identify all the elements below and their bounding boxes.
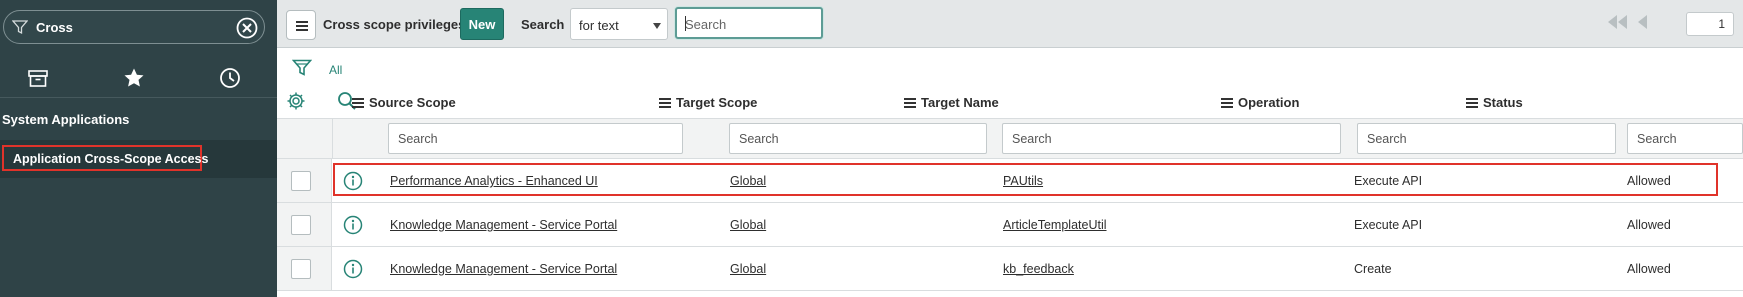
column-search-row: Search Search Search Search Search [277, 119, 1743, 159]
source-scope-search-input[interactable]: Search [388, 123, 683, 154]
column-menu-icon[interactable] [904, 98, 916, 108]
row-checkbox[interactable] [291, 259, 311, 279]
clear-filter-icon[interactable] [236, 17, 258, 39]
list-title: Cross scope privileges [323, 17, 466, 32]
table-row[interactable]: Knowledge Management - Service Portal Gl… [277, 247, 1743, 291]
target-scope-search-input[interactable]: Search [729, 123, 987, 154]
column-header-operation[interactable]: Operation [1221, 95, 1299, 110]
source-scope-link[interactable]: Knowledge Management - Service Portal [390, 218, 617, 232]
breadcrumb-all-link[interactable]: All [329, 63, 342, 77]
search-type-select[interactable]: for text [570, 8, 668, 40]
previous-page-icon[interactable] [1635, 14, 1649, 30]
source-scope-link[interactable]: Performance Analytics - Enhanced UI [390, 174, 598, 188]
first-page-icon[interactable] [1606, 14, 1628, 30]
status-search-input[interactable]: Search [1627, 123, 1743, 154]
operation-cell: Create [1354, 262, 1392, 276]
source-scope-link[interactable]: Knowledge Management - Service Portal [390, 262, 617, 276]
navigator-filter-input[interactable]: Cross [3, 10, 265, 44]
column-header-target-scope[interactable]: Target Scope [659, 95, 757, 110]
application-navigator: Cross System Applications Application Cr… [0, 0, 277, 297]
navigator-filter-value: Cross [36, 20, 73, 35]
table-row[interactable]: Performance Analytics - Enhanced UI Glob… [277, 159, 1743, 203]
list-context-menu-button[interactable] [286, 10, 316, 40]
clock-icon[interactable] [218, 66, 242, 90]
caret-down-icon [653, 23, 661, 29]
operation-cell: Execute API [1354, 218, 1423, 232]
operation-search-input[interactable]: Search [1357, 123, 1616, 154]
column-menu-icon[interactable] [659, 98, 671, 108]
filter-breadcrumb-row: All [277, 48, 1743, 90]
archive-icon[interactable] [26, 66, 50, 90]
star-icon[interactable] [122, 66, 146, 90]
text-cursor [685, 16, 686, 31]
target-name-link[interactable]: kb_feedback [1003, 262, 1074, 276]
list-search-placeholder: Search [685, 17, 727, 32]
page-number-input[interactable]: 1 [1686, 12, 1734, 36]
column-header-row: Source Scope Target Scope Target Name Op… [277, 88, 1743, 119]
column-menu-icon[interactable] [1466, 98, 1478, 108]
nav-section-system-applications[interactable]: System Applications [2, 112, 129, 127]
info-icon[interactable] [343, 215, 363, 235]
navigator-tabs [0, 58, 277, 98]
nav-module-application-cross-scope-access[interactable]: Application Cross-Scope Access [2, 145, 208, 171]
row-checkbox[interactable] [291, 171, 311, 191]
info-icon[interactable] [343, 171, 363, 191]
filter-icon[interactable] [292, 58, 312, 78]
row-checkbox[interactable] [291, 215, 311, 235]
column-divider [332, 119, 333, 159]
status-cell: Allowed [1627, 174, 1671, 188]
column-menu-icon[interactable] [352, 98, 364, 108]
funnel-icon [12, 20, 28, 35]
column-header-status[interactable]: Status [1466, 95, 1523, 110]
column-header-source-scope[interactable]: Source Scope [352, 95, 456, 110]
list-search-input[interactable]: Search [675, 7, 823, 39]
new-button[interactable]: New [460, 8, 504, 40]
target-scope-link[interactable]: Global [730, 218, 766, 232]
status-cell: Allowed [1627, 262, 1671, 276]
gear-icon[interactable] [286, 91, 306, 111]
target-name-search-input[interactable]: Search [1002, 123, 1341, 154]
status-cell: Allowed [1627, 218, 1671, 232]
column-menu-icon[interactable] [1221, 98, 1233, 108]
target-scope-link[interactable]: Global [730, 174, 766, 188]
info-icon[interactable] [343, 259, 363, 279]
table-row[interactable]: Knowledge Management - Service Portal Gl… [277, 203, 1743, 247]
target-name-link[interactable]: PAUtils [1003, 174, 1043, 188]
target-name-link[interactable]: ArticleTemplateUtil [1003, 218, 1107, 232]
search-type-value: for text [579, 18, 619, 33]
list-header: Cross scope privileges New Search for te… [277, 0, 1743, 48]
operation-cell: Execute API [1354, 174, 1423, 188]
search-label: Search [521, 17, 565, 32]
column-header-target-name[interactable]: Target Name [904, 95, 999, 110]
target-scope-link[interactable]: Global [730, 262, 766, 276]
